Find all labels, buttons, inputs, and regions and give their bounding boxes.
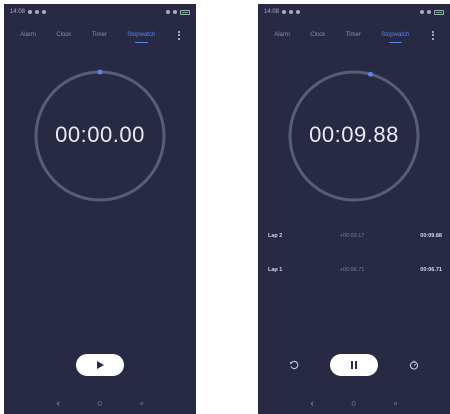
lap-button[interactable]: [406, 357, 422, 373]
lap-list: Lap 2 +00:03.17 00:09.88 Lap 1 +00:06.71…: [258, 230, 450, 298]
status-right: [166, 9, 190, 15]
signal-icon: [427, 10, 431, 14]
notification-icon: [42, 10, 47, 14]
navigation-bar: ‹ ○ ▫: [258, 392, 450, 414]
notification-icon: [296, 10, 301, 14]
back-icon[interactable]: ‹: [57, 398, 60, 408]
stopwatch-controls: [4, 354, 196, 376]
stopwatch-controls: [258, 354, 450, 376]
notification-icon: [28, 10, 33, 14]
pause-button[interactable]: [330, 354, 378, 376]
home-icon[interactable]: ○: [97, 398, 102, 408]
lap-row: Lap 1 +00:06.71 00:06.71: [258, 264, 450, 276]
reset-button[interactable]: [286, 357, 302, 373]
tab-clock[interactable]: Clock: [54, 30, 73, 40]
more-options-icon[interactable]: [431, 30, 434, 40]
status-right: [420, 9, 444, 15]
wifi-icon: [420, 10, 424, 14]
stopwatch-dial: 00:09.88: [284, 66, 424, 206]
status-left: 14:08: [264, 9, 301, 15]
tab-timer[interactable]: Timer: [344, 30, 363, 40]
more-options-icon[interactable]: [177, 30, 180, 40]
status-left: 14:08: [10, 9, 47, 15]
dial-marker: [97, 69, 103, 75]
lap-name: Lap 2: [268, 233, 283, 239]
play-icon: [97, 361, 104, 369]
phone-screen-idle: 14:08 Alarm Clock Timer Stopwatch 00:00.…: [4, 4, 196, 414]
wifi-icon: [166, 10, 170, 14]
status-time: 14:08: [264, 9, 280, 15]
status-time: 14:08: [10, 9, 26, 15]
battery-icon: [180, 9, 190, 15]
tab-stopwatch[interactable]: Stopwatch: [125, 30, 157, 43]
lap-split: +00:03.17: [339, 233, 365, 239]
tab-alarm[interactable]: Alarm: [18, 30, 38, 40]
tab-alarm[interactable]: Alarm: [272, 30, 292, 40]
tab-bar: Alarm Clock Timer Stopwatch: [258, 26, 450, 44]
stopwatch-time: 00:09.88: [309, 122, 399, 147]
notification-icon: [289, 10, 294, 14]
tab-bar: Alarm Clock Timer Stopwatch: [4, 26, 196, 44]
lap-total: 00:06.71: [420, 267, 442, 273]
navigation-bar: ‹ ○ ▫: [4, 392, 196, 414]
start-button[interactable]: [76, 354, 124, 376]
status-bar: 14:08: [258, 4, 450, 20]
notification-icon: [35, 10, 40, 14]
signal-icon: [173, 10, 177, 14]
recents-icon[interactable]: ▫: [394, 398, 397, 408]
status-bar: 14:08: [4, 4, 196, 20]
notification-icon: [282, 10, 287, 14]
battery-icon: [434, 9, 444, 15]
pause-icon: [351, 361, 357, 369]
dial-marker: [368, 71, 373, 77]
lap-name: Lap 1: [268, 267, 283, 273]
lap-icon: [409, 360, 419, 370]
stopwatch-time: 00:00.00: [55, 122, 145, 147]
reset-icon: [289, 360, 299, 370]
back-icon[interactable]: ‹: [311, 398, 314, 408]
lap-total: 00:09.88: [420, 233, 442, 239]
phone-screen-running: 14:08 Alarm Clock Timer Stopwatch 00:09.…: [258, 4, 450, 414]
tab-timer[interactable]: Timer: [90, 30, 109, 40]
lap-row: Lap 2 +00:03.17 00:09.88: [258, 230, 450, 242]
home-icon[interactable]: ○: [351, 398, 356, 408]
tab-stopwatch[interactable]: Stopwatch: [379, 30, 411, 43]
lap-split: +00:06.71: [339, 267, 365, 273]
tab-clock[interactable]: Clock: [308, 30, 327, 40]
stopwatch-dial: 00:00.00: [30, 66, 170, 206]
recents-icon[interactable]: ▫: [140, 398, 143, 408]
